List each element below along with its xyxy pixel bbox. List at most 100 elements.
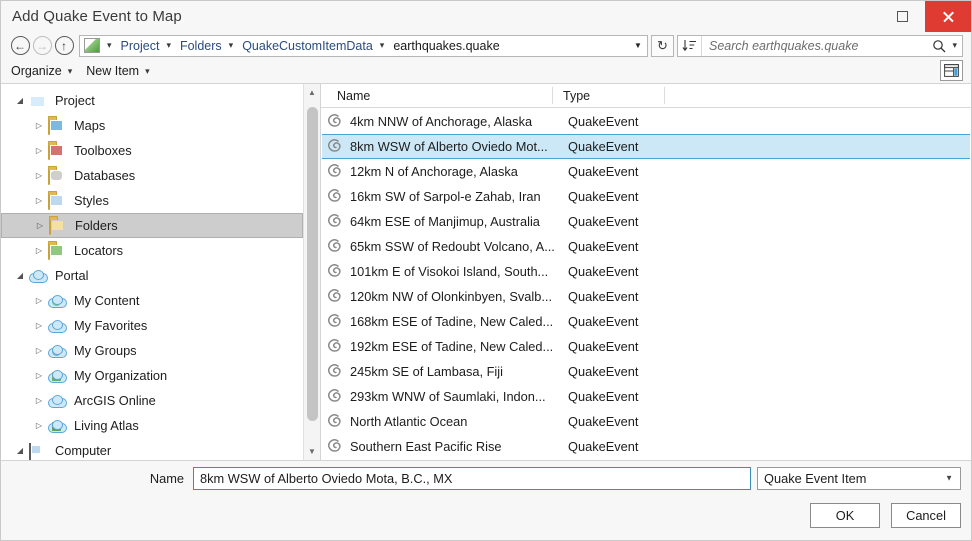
quake-event-icon bbox=[325, 363, 343, 380]
tree-item-maps[interactable]: ▷ Maps bbox=[1, 113, 303, 138]
item-type-value: Quake Event Item bbox=[764, 471, 866, 486]
dialog-footer: Name 8km WSW of Alberto Oviedo Mota, B.C… bbox=[1, 460, 971, 540]
tree-item-label: Project bbox=[46, 93, 95, 108]
collapsed-twisty-icon[interactable]: ▷ bbox=[30, 196, 48, 205]
view-toggle-button[interactable] bbox=[940, 60, 963, 81]
list-item-name: 293km WNW of Saumlaki, Indon... bbox=[350, 389, 562, 404]
tree-item-portal[interactable]: ◢ Portal bbox=[1, 263, 303, 288]
tree-item-my-organization[interactable]: ▷ My Organization bbox=[1, 363, 303, 388]
column-header-type[interactable]: Type bbox=[552, 87, 664, 104]
tree-item-arcgis-online[interactable]: ▷ ArcGIS Online bbox=[1, 388, 303, 413]
breadcrumb-item-1[interactable]: Folders bbox=[176, 39, 226, 53]
close-button[interactable] bbox=[925, 1, 971, 32]
collapsed-twisty-icon[interactable]: ▷ bbox=[30, 321, 48, 330]
chevron-down-icon: ▼ bbox=[945, 474, 953, 483]
ok-button[interactable]: OK bbox=[810, 503, 880, 528]
list-item[interactable]: North Atlantic Ocean QuakeEvent bbox=[321, 409, 971, 434]
new-item-menu[interactable]: New Item ▾ bbox=[86, 64, 149, 78]
collapsed-twisty-icon[interactable]: ▷ bbox=[30, 171, 48, 180]
back-button[interactable]: ← bbox=[9, 35, 31, 57]
list-item[interactable]: Southern East Pacific Rise QuakeEvent bbox=[321, 434, 971, 459]
chevron-down-icon[interactable]: ▾ bbox=[163, 41, 176, 50]
search-box[interactable]: Search earthquakes.quake ▾ bbox=[677, 35, 963, 57]
breadcrumb-dropdown-icon[interactable]: ▼ bbox=[629, 36, 647, 56]
breadcrumb-item-2[interactable]: QuakeCustomItemData bbox=[238, 39, 377, 53]
breadcrumb-item-0[interactable]: Project bbox=[117, 39, 164, 53]
chevron-down-icon[interactable]: ▾ bbox=[226, 41, 239, 50]
expanded-twisty-icon[interactable]: ◢ bbox=[11, 271, 29, 280]
list-item[interactable]: 168km ESE of Tadine, New Caled... QuakeE… bbox=[321, 309, 971, 334]
name-input[interactable]: 8km WSW of Alberto Oviedo Mota, B.C., MX bbox=[193, 467, 751, 490]
list-item[interactable]: 4km NNW of Anchorage, Alaska QuakeEvent bbox=[321, 109, 971, 134]
tree-item-databases[interactable]: ▷ Databases bbox=[1, 163, 303, 188]
tree-item-label: My Content bbox=[65, 293, 139, 308]
collapsed-twisty-icon[interactable]: ▷ bbox=[30, 246, 48, 255]
collapsed-twisty-icon[interactable]: ▷ bbox=[30, 371, 48, 380]
refresh-button[interactable]: ↻ bbox=[651, 35, 674, 57]
tree-item-label: Folders bbox=[66, 218, 118, 233]
my-favorites-icon bbox=[48, 318, 65, 334]
list-item[interactable]: 8km WSW of Alberto Oviedo Mot... QuakeEv… bbox=[322, 134, 970, 159]
chevron-down-icon[interactable]: ▾ bbox=[104, 41, 117, 50]
tree-item-my-groups[interactable]: ▷ My Groups bbox=[1, 338, 303, 363]
organize-menu[interactable]: Organize ▾ bbox=[11, 64, 72, 78]
item-type-select[interactable]: Quake Event Item ▼ bbox=[757, 467, 961, 490]
sort-button[interactable] bbox=[678, 36, 702, 56]
tree-scrollbar-track[interactable] bbox=[304, 101, 321, 443]
tree-scrollbar-thumb[interactable] bbox=[307, 107, 318, 421]
collapsed-twisty-icon[interactable]: ▷ bbox=[30, 346, 48, 355]
list-item-name: 120km NW of Olonkinbyen, Svalb... bbox=[350, 289, 562, 304]
list-item[interactable]: 12km N of Anchorage, Alaska QuakeEvent bbox=[321, 159, 971, 184]
expanded-twisty-icon[interactable]: ◢ bbox=[11, 446, 29, 455]
list-item[interactable]: 16km SW of Sarpol-e Zahab, Iran QuakeEve… bbox=[321, 184, 971, 209]
tree-item-folders[interactable]: ▷ Folders bbox=[1, 213, 303, 238]
magnifier-icon[interactable] bbox=[929, 39, 949, 53]
list-item[interactable]: 245km SE of Lambasa, Fiji QuakeEvent bbox=[321, 359, 971, 384]
tree-item-computer[interactable]: ◢ Computer bbox=[1, 438, 303, 460]
collapsed-twisty-icon[interactable]: ▷ bbox=[31, 221, 49, 230]
dialog-buttons: OK Cancel bbox=[799, 503, 961, 528]
list-item[interactable]: 65km SSW of Redoubt Volcano, A... QuakeE… bbox=[321, 234, 971, 259]
list-item[interactable]: 101km E of Visokoi Island, South... Quak… bbox=[321, 259, 971, 284]
list-item[interactable]: 192km ESE of Tadine, New Caled... QuakeE… bbox=[321, 334, 971, 359]
list-item-type: QuakeEvent bbox=[562, 139, 638, 154]
search-dropdown-icon[interactable]: ▾ bbox=[949, 41, 962, 50]
scroll-down-icon[interactable]: ▼ bbox=[304, 443, 321, 460]
tree-item-my-content[interactable]: ▷ My Content bbox=[1, 288, 303, 313]
tree-scrollbar[interactable]: ▲ ▼ bbox=[303, 84, 320, 460]
list-item-type: QuakeEvent bbox=[562, 239, 638, 254]
chevron-down-icon[interactable]: ▾ bbox=[377, 41, 390, 50]
tree-item-living-atlas[interactable]: ▷ Living Atlas bbox=[1, 413, 303, 438]
quake-event-icon bbox=[325, 188, 343, 205]
tree-item-locators[interactable]: ▷ Locators bbox=[1, 238, 303, 263]
expanded-twisty-icon[interactable]: ◢ bbox=[11, 96, 29, 105]
chevron-down-icon: ▾ bbox=[62, 67, 73, 76]
up-button[interactable]: ↑ bbox=[53, 35, 75, 57]
item-list-pane: Name Type 4km NNW of Anchorage, Alaska Q… bbox=[321, 84, 971, 460]
scroll-up-icon[interactable]: ▲ bbox=[304, 84, 321, 101]
tree-item-label: Portal bbox=[46, 268, 88, 283]
collapsed-twisty-icon[interactable]: ▷ bbox=[30, 396, 48, 405]
tree-item-my-favorites[interactable]: ▷ My Favorites bbox=[1, 313, 303, 338]
list-item[interactable]: 120km NW of Olonkinbyen, Svalb... QuakeE… bbox=[321, 284, 971, 309]
cancel-button[interactable]: Cancel bbox=[891, 503, 961, 528]
tree-item-project[interactable]: ◢ Project bbox=[1, 88, 303, 113]
collapsed-twisty-icon[interactable]: ▷ bbox=[30, 421, 48, 430]
maximize-button[interactable] bbox=[879, 1, 925, 32]
tree-item-toolboxes[interactable]: ▷ Toolboxes bbox=[1, 138, 303, 163]
list-item[interactable]: 64km ESE of Manjimup, Australia QuakeEve… bbox=[321, 209, 971, 234]
quake-event-icon bbox=[325, 313, 343, 330]
list-item[interactable]: 293km WNW of Saumlaki, Indon... QuakeEve… bbox=[321, 384, 971, 409]
forward-button[interactable]: → bbox=[31, 35, 53, 57]
collapsed-twisty-icon[interactable]: ▷ bbox=[30, 121, 48, 130]
tree-item-label: ArcGIS Online bbox=[65, 393, 156, 408]
details-view-icon bbox=[944, 64, 959, 77]
collapsed-twisty-icon[interactable]: ▷ bbox=[30, 296, 48, 305]
collapsed-twisty-icon[interactable]: ▷ bbox=[30, 146, 48, 155]
tree-item-styles[interactable]: ▷ Styles bbox=[1, 188, 303, 213]
list-item-type: QuakeEvent bbox=[562, 439, 638, 454]
search-input[interactable]: Search earthquakes.quake bbox=[702, 39, 929, 53]
breadcrumb-bar[interactable]: ▾ Project ▾ Folders ▾ QuakeCustomItemDat… bbox=[79, 35, 648, 57]
name-row: Name 8km WSW of Alberto Oviedo Mota, B.C… bbox=[1, 466, 971, 490]
column-header-name[interactable]: Name bbox=[321, 89, 552, 103]
